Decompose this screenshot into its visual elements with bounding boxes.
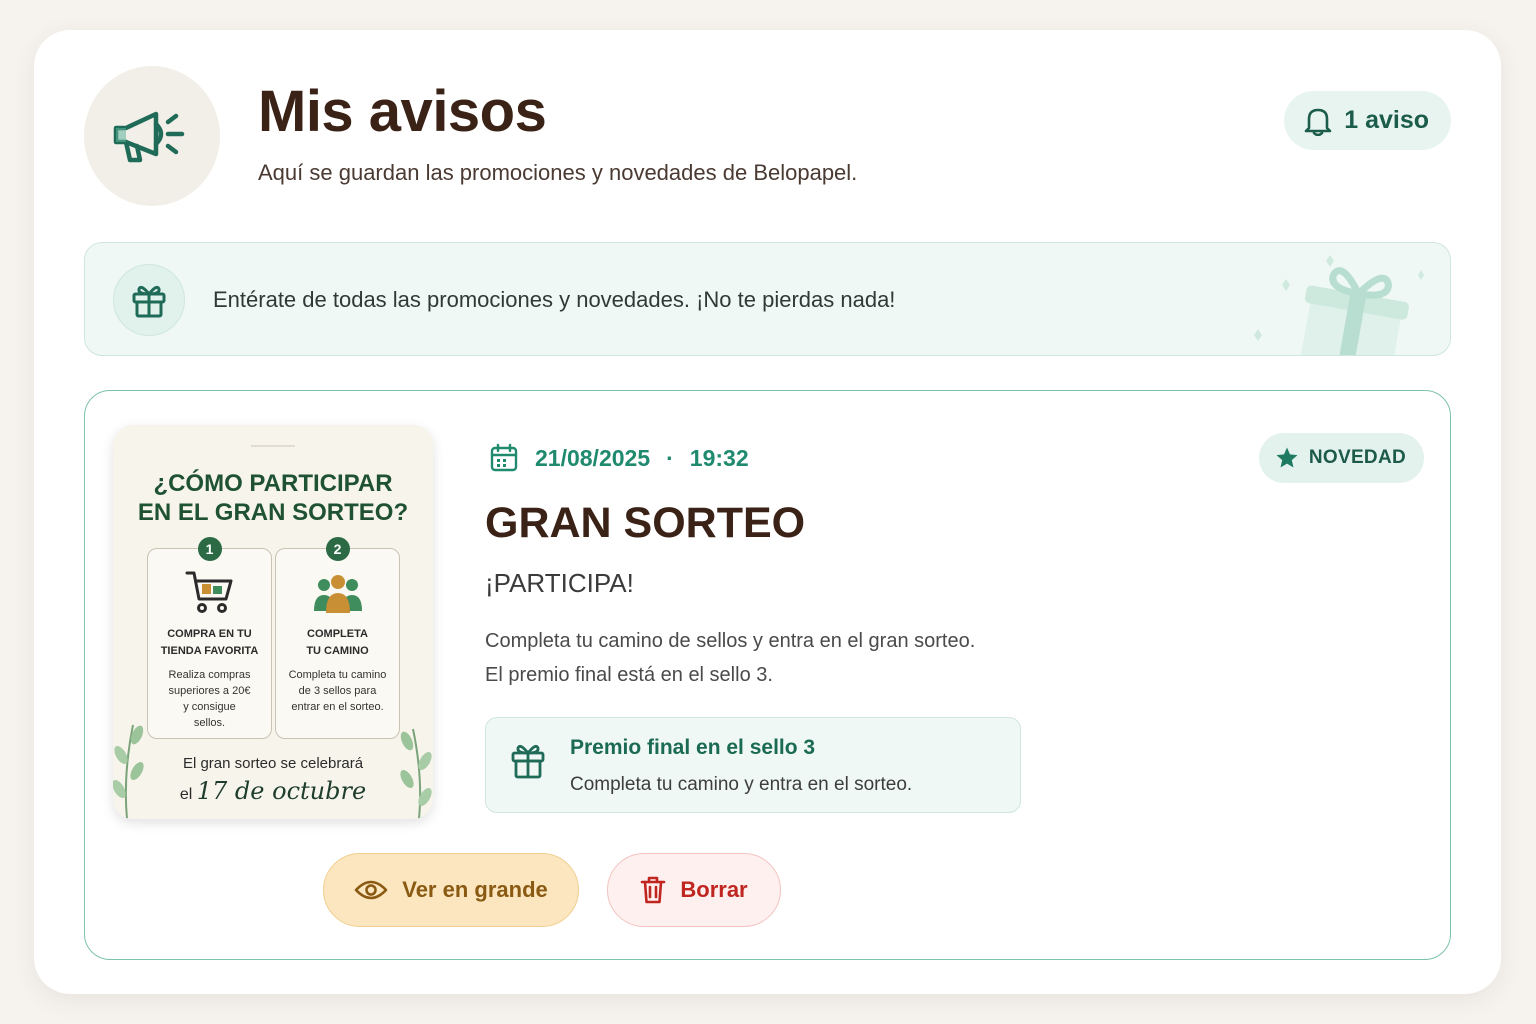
bell-icon xyxy=(1304,108,1332,136)
gift-box-illustration-icon xyxy=(1254,255,1424,355)
notice-item: ¿CÓMO PARTICIPAR EN EL GRAN SORTEO? 1 CO… xyxy=(84,390,1451,960)
prize-text: Completa tu camino y entra en el sorteo. xyxy=(570,774,913,795)
step-text: Completa tu camino de 3 sellos para entr… xyxy=(282,667,393,715)
notice-poster-image[interactable]: ¿CÓMO PARTICIPAR EN EL GRAN SORTEO? 1 CO… xyxy=(113,425,433,819)
megaphone-icon xyxy=(113,111,185,163)
poster-footer-line2: el 17 de octubre xyxy=(113,777,433,805)
leaf-decoration-icon xyxy=(400,728,432,819)
poster-title-line1: ¿CÓMO PARTICIPAR xyxy=(153,470,393,497)
page-title: Mis avisos xyxy=(258,79,547,144)
step-text-line2: superiores a 20€ xyxy=(168,685,251,697)
poster-title-line2: EN EL GRAN SORTEO? xyxy=(137,499,409,526)
date-separator: · xyxy=(666,444,674,471)
step-title: COMPLETA TU CAMINO xyxy=(280,626,395,660)
notice-time: 19:32 xyxy=(689,444,749,471)
poster-handle xyxy=(251,445,295,447)
step-title-line2: TU CAMINO xyxy=(306,645,369,657)
poster-step-2: 2 COMPLETA TU CAMINO Completa tu camino … xyxy=(275,537,400,739)
gift-icon xyxy=(511,744,545,779)
step-text-line4: sellos. xyxy=(193,717,226,729)
notice-body: Completa tu camino de sellos y entra en … xyxy=(485,624,975,692)
star-icon xyxy=(1276,447,1298,468)
poster-title: ¿CÓMO PARTICIPAR EN EL GRAN SORTEO? xyxy=(113,469,433,527)
poster-step-1: 1 COMPRA EN TU TIENDA FAVORITA Realiza c… xyxy=(147,537,272,739)
step-image xyxy=(148,569,271,620)
poster-footer-prefix: el xyxy=(179,786,193,803)
gift-icon xyxy=(132,285,166,318)
banner-icon-circle xyxy=(113,264,185,336)
delete-button[interactable]: Borrar xyxy=(607,853,781,927)
step-title-line2: TIENDA FAVORITA xyxy=(160,645,259,657)
notice-body-line1: Completa tu camino de sellos y entra en … xyxy=(485,630,976,652)
prize-title: Premio final en el sello 3 xyxy=(570,736,816,759)
delete-label: Borrar xyxy=(680,877,748,902)
notice-date: 21/08/2025 xyxy=(535,444,651,471)
info-banner: Entérate de todas las promociones y nove… xyxy=(84,242,1451,356)
banner-text: Entérate de todas las promociones y nove… xyxy=(213,287,896,312)
people-group-icon xyxy=(313,575,362,613)
step-text-line1: Realiza compras xyxy=(168,669,251,681)
poster-footer-date: 17 de octubre xyxy=(196,777,367,805)
step-number: 1 xyxy=(197,537,222,561)
view-large-label: Ver en grande xyxy=(402,877,548,902)
novedad-badge: NOVEDAD xyxy=(1258,433,1424,483)
notice-body-line2: El premio final está en el sello 3. xyxy=(485,664,773,686)
novedad-label: NOVEDAD xyxy=(1308,447,1406,468)
notice-date-row: 21/08/2025 · 19:32 xyxy=(489,443,749,473)
notices-card: Mis avisos Aquí se guardan las promocion… xyxy=(34,30,1501,994)
view-large-button[interactable]: Ver en grande xyxy=(323,853,579,927)
page-subtitle: Aquí se guardan las promociones y noveda… xyxy=(258,160,858,185)
calendar-icon xyxy=(490,443,518,472)
step-text-line3: y consigue xyxy=(183,701,236,713)
eye-icon xyxy=(354,880,388,900)
poster-footer-line1: El gran sorteo se celebrará xyxy=(182,755,364,772)
step-text-line2: de 3 sellos para xyxy=(298,685,377,697)
notice-subtitle: ¡PARTICIPA! xyxy=(485,568,634,598)
step-text-line1: Completa tu camino xyxy=(288,669,387,681)
step-text-line3: entrar en el sorteo. xyxy=(291,701,384,713)
step-title: COMPRA EN TU TIENDA FAVORITA xyxy=(152,626,267,660)
header-icon-circle xyxy=(84,66,220,206)
step-title-line1: COMPRA EN TU xyxy=(167,628,252,640)
shopping-cart-icon xyxy=(185,571,232,613)
leaf-decoration-icon xyxy=(113,724,144,819)
step-image xyxy=(276,569,399,620)
notice-count-label: 1 aviso xyxy=(1344,106,1429,134)
step-title-line1: COMPLETA xyxy=(307,628,368,640)
notice-title: GRAN SORTEO xyxy=(485,499,806,547)
notice-count-badge[interactable]: 1 aviso xyxy=(1284,91,1451,150)
trash-icon xyxy=(641,876,666,904)
prize-info-box: Premio final en el sello 3 Completa tu c… xyxy=(485,717,1021,813)
step-text: Realiza compras superiores a 20€ y consi… xyxy=(154,667,265,731)
step-number: 2 xyxy=(325,537,350,561)
